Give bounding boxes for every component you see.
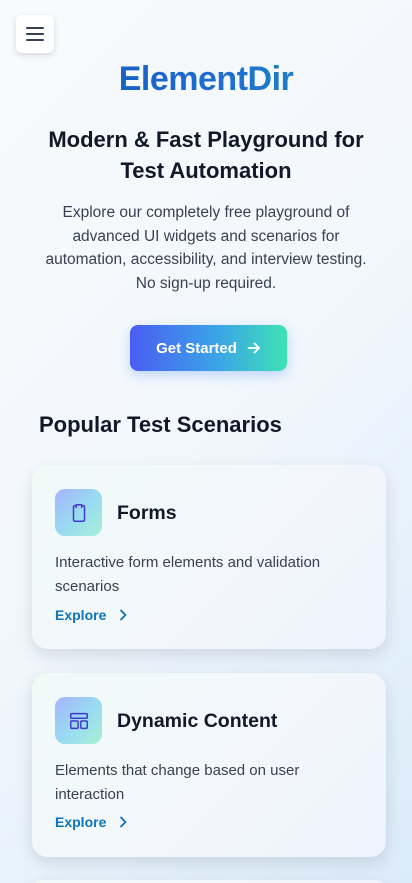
scenario-card-dynamic-content[interactable]: Dynamic Content Elements that change bas…: [32, 673, 386, 857]
hero-title: Modern & Fast Playground for Test Automa…: [48, 127, 364, 183]
menu-button[interactable]: [16, 15, 54, 53]
card-title: Forms: [117, 502, 177, 524]
hamburger-menu-icon: [26, 27, 44, 41]
card-description: Interactive form elements and validation…: [55, 554, 321, 595]
scenario-card-forms[interactable]: Forms Interactive form elements and vali…: [32, 465, 386, 649]
card-title: Dynamic Content: [117, 710, 278, 732]
explore-label: Explore: [55, 814, 107, 830]
clipboard-icon: [72, 503, 85, 522]
section-title: Popular Test Scenarios: [39, 412, 282, 437]
explore-link[interactable]: Explore: [55, 814, 128, 830]
chevron-right-icon: [120, 609, 127, 621]
arrow-right-icon: [247, 342, 260, 354]
get-started-button[interactable]: Get Started: [130, 325, 287, 371]
layout-icon: [69, 712, 88, 729]
explore-label: Explore: [55, 607, 107, 623]
explore-link[interactable]: Explore: [55, 607, 128, 623]
brand-logo[interactable]: ElementDir: [0, 60, 412, 99]
get-started-label: Get Started: [156, 339, 237, 357]
card-icon-badge: [55, 697, 102, 744]
card-description: Elements that change based on user inter…: [55, 762, 300, 803]
chevron-right-icon: [120, 816, 127, 828]
card-icon-badge: [55, 489, 102, 536]
hero-description: Explore our completely free playground o…: [45, 204, 367, 292]
